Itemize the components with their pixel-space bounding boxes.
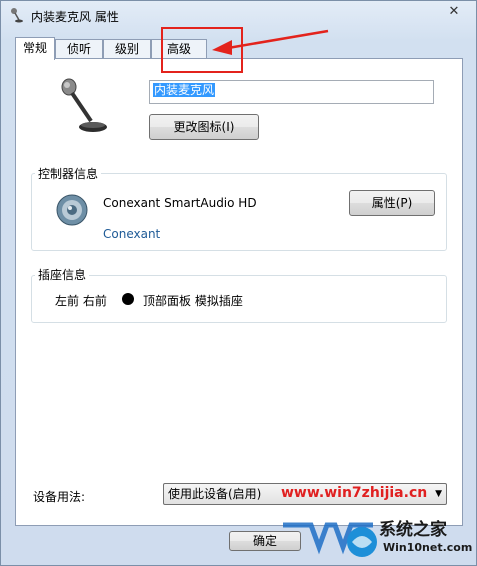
watermark-site-name: 系统之家: [379, 520, 447, 540]
microphone-device-icon: [61, 78, 107, 132]
jack-description: 顶部面板 模拟插座: [143, 294, 243, 308]
change-icon-button[interactable]: 更改图标(I): [149, 114, 259, 140]
controller-info-label: 控制器信息: [35, 165, 102, 182]
close-icon: ✕: [448, 4, 460, 19]
controller-name: Conexant SmartAudio HD: [103, 196, 257, 210]
device-name-field[interactable]: 内装麦克风: [149, 80, 434, 104]
controller-vendor-link[interactable]: Conexant: [103, 227, 160, 241]
tab-levels[interactable]: 级别: [103, 39, 151, 58]
window-title: 内装麦克风 属性: [31, 10, 119, 24]
device-usage-value: 使用此设备(启用): [168, 487, 262, 501]
annotation-arrow: [212, 29, 329, 55]
device-name-value: 内装麦克风: [153, 83, 216, 97]
tab-listen[interactable]: 侦听: [55, 39, 103, 58]
properties-window: 内装麦克风 属性 ✕ 常规 侦听 级别 高级 内装麦克风 更改图标(I) 控制器…: [0, 0, 477, 566]
microphone-icon: [11, 8, 23, 23]
site-logo-icon: [347, 527, 377, 557]
watermark-site-url: Win10net.com: [383, 541, 473, 554]
jack-color-dot: [122, 293, 134, 305]
watermark-url: www.win7zhijia.cn: [281, 485, 428, 501]
jack-position: 左前 右前: [55, 294, 107, 308]
controller-properties-button[interactable]: 属性(P): [349, 190, 435, 216]
tab-general[interactable]: 常规: [15, 37, 55, 60]
speaker-icon: [56, 194, 88, 226]
device-usage-label: 设备用法:: [33, 490, 86, 504]
close-button[interactable]: ✕: [439, 3, 469, 21]
jack-info-label: 插座信息: [35, 266, 90, 283]
chevron-down-icon: ▼: [435, 489, 442, 499]
